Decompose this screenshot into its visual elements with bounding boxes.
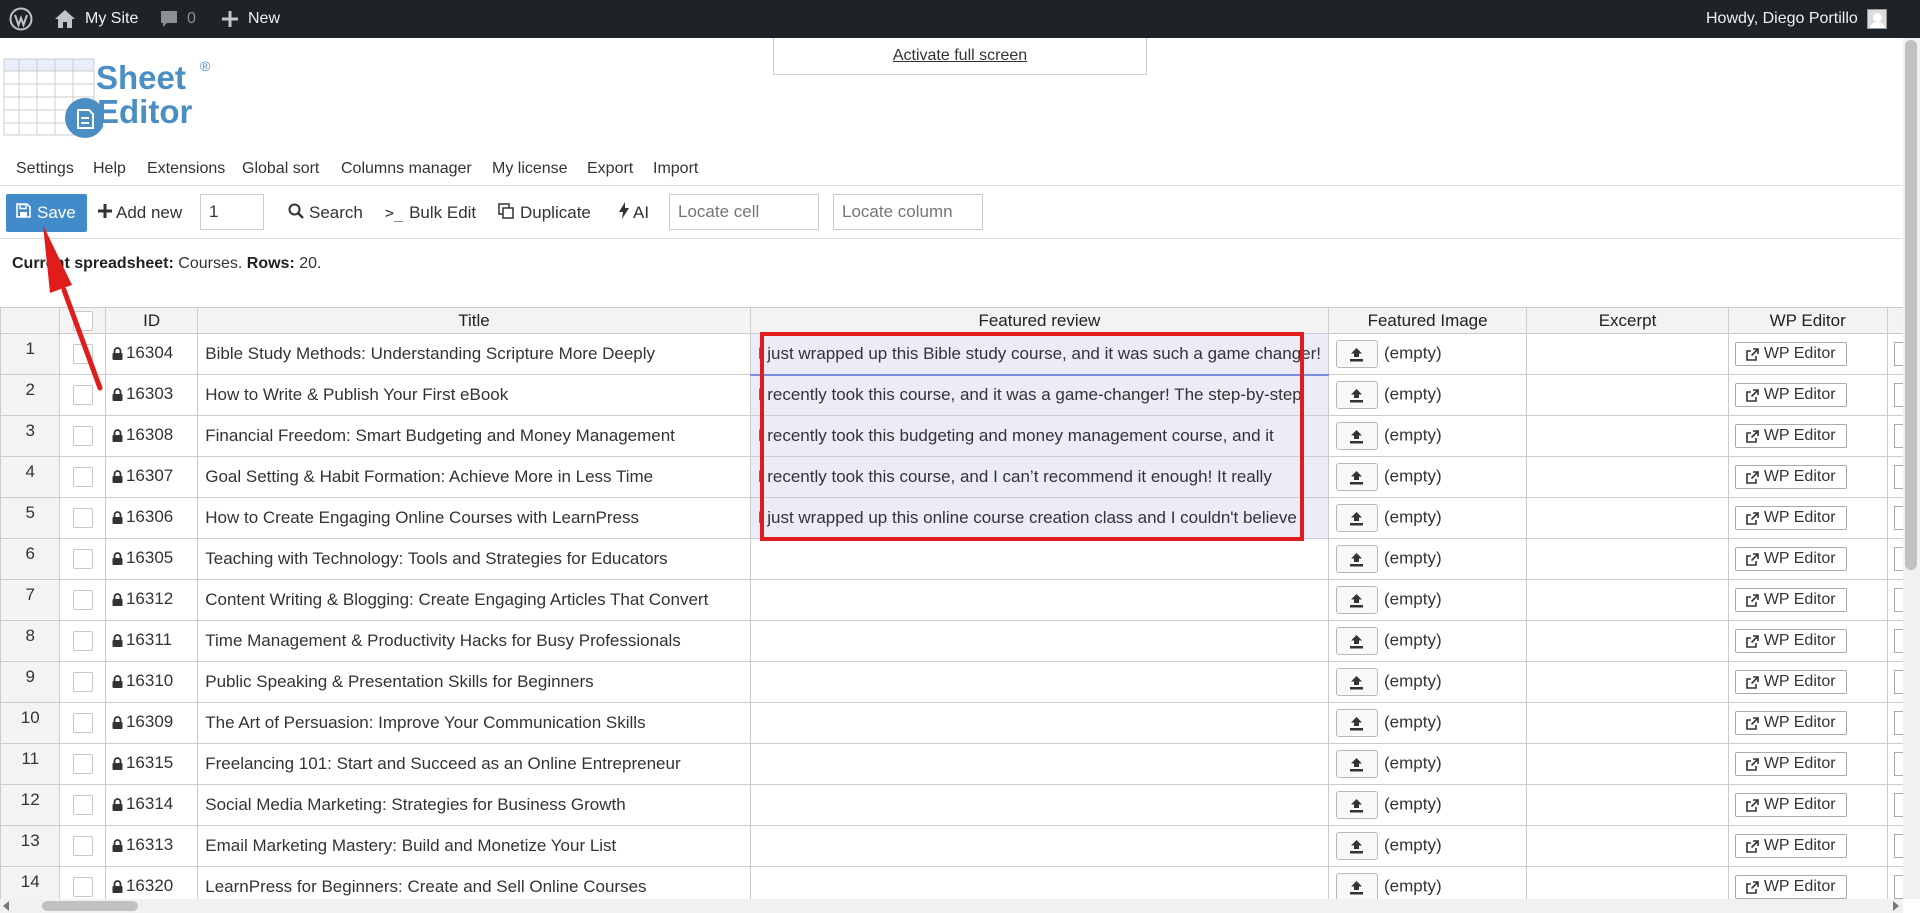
horizontal-scrollbar[interactable] (0, 899, 1903, 913)
scroll-right-arrow-icon[interactable] (1893, 901, 1899, 911)
red-arrow-annotation (43, 225, 103, 391)
horizontal-scrollbar-thumb[interactable] (42, 901, 138, 911)
scroll-left-arrow-icon[interactable] (3, 901, 9, 911)
vertical-scrollbar-thumb[interactable] (1905, 40, 1917, 570)
